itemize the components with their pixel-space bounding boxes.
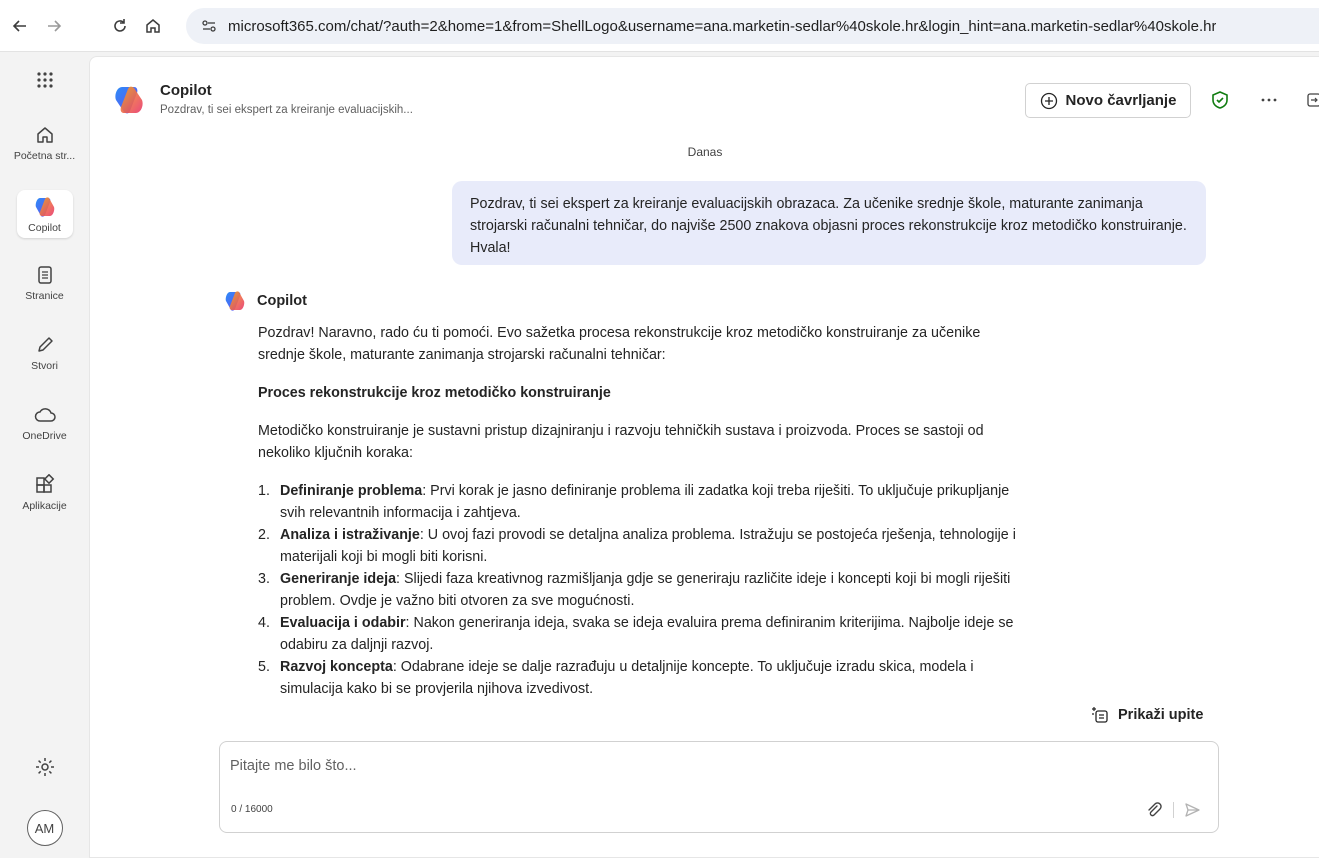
waffle-icon bbox=[36, 72, 53, 88]
composer: 0 / 16000 bbox=[219, 741, 1219, 833]
browser-toolbar: microsoft365.com/chat/?auth=2&home=1&fro… bbox=[0, 0, 1319, 52]
ai-intro: Pozdrav! Naravno, rado ću ti pomoći. Evo… bbox=[258, 325, 981, 363]
expand-panel-button[interactable] bbox=[1300, 86, 1319, 114]
ai-message-header: Copilot bbox=[223, 289, 307, 313]
chat-panel: Copilot Pozdrav, ti sei ekspert za kreir… bbox=[89, 56, 1319, 858]
pen-icon bbox=[37, 337, 53, 352]
attach-button[interactable] bbox=[1140, 796, 1168, 824]
char-counter: 0 / 16000 bbox=[231, 804, 273, 815]
rail-label-pages: Stranice bbox=[25, 290, 64, 302]
chat-input[interactable] bbox=[230, 758, 1130, 774]
ai-paragraph: Metodičko konstruiranje je sustavni pris… bbox=[258, 423, 984, 461]
rail-label-create: Stvori bbox=[31, 360, 58, 372]
panel-expand-icon bbox=[1307, 93, 1319, 107]
copilot-logo-icon bbox=[115, 86, 143, 114]
send-button[interactable] bbox=[1178, 796, 1206, 824]
rail-item-pages[interactable]: Stranice bbox=[0, 264, 89, 302]
ai-heading: Proces rekonstrukcije kroz metodičko kon… bbox=[258, 385, 611, 401]
prompts-icon bbox=[1092, 707, 1108, 723]
show-prompts-button[interactable]: Prikaži upite bbox=[1090, 705, 1203, 725]
new-chat-label: Novo čavrljanje bbox=[1065, 92, 1177, 109]
chat-subtitle: Pozdrav, ti sei ekspert za kreiranje eva… bbox=[160, 104, 413, 116]
url-text: microsoft365.com/chat/?auth=2&home=1&fro… bbox=[228, 17, 1217, 35]
avatar: AM bbox=[26, 810, 63, 846]
ai-name: Copilot bbox=[257, 293, 307, 309]
account-button[interactable]: AM bbox=[0, 810, 89, 846]
rail-label-apps: Aplikacije bbox=[22, 500, 67, 512]
protection-button[interactable] bbox=[1206, 86, 1234, 114]
new-chat-button[interactable]: Novo čavrljanje bbox=[1025, 83, 1191, 118]
reload-icon[interactable] bbox=[108, 14, 132, 38]
left-rail: Početna str... Copilot Stranice Stvori O… bbox=[0, 52, 89, 858]
add-circle-icon bbox=[1040, 92, 1057, 109]
rail-item-create[interactable]: Stvori bbox=[0, 334, 89, 372]
settings-button[interactable] bbox=[0, 756, 89, 778]
shield-check-icon bbox=[1212, 91, 1228, 109]
paperclip-icon bbox=[1148, 802, 1162, 817]
gear-icon bbox=[35, 758, 54, 776]
copilot-icon bbox=[35, 196, 54, 217]
list-item: 1. Definiranje problema: Prvi korak je ja… bbox=[258, 483, 1010, 521]
apps-icon bbox=[35, 474, 54, 493]
rail-label-copilot: Copilot bbox=[28, 221, 61, 234]
list-item: 4. Evaluacija i odabir: Nakon generiranja… bbox=[258, 615, 1014, 653]
date-separator: Danas bbox=[687, 145, 723, 159]
site-settings-icon[interactable] bbox=[198, 15, 220, 37]
steps-list: 1. Definiranje problema: Prvi korak je ja… bbox=[258, 480, 1018, 700]
more-options-button[interactable] bbox=[1255, 86, 1283, 114]
forward-arrow-icon[interactable] bbox=[42, 14, 66, 38]
rail-item-copilot[interactable]: Copilot bbox=[0, 190, 89, 238]
composer-divider bbox=[1173, 802, 1174, 818]
rail-item-home[interactable]: Početna str... bbox=[0, 124, 89, 162]
rail-item-onedrive[interactable]: OneDrive bbox=[0, 404, 89, 442]
cloud-icon bbox=[34, 408, 56, 422]
pages-icon bbox=[37, 266, 52, 284]
list-item: 5. Razvoj koncepta: Odabrane ideje se dal… bbox=[258, 659, 974, 697]
send-icon bbox=[1185, 803, 1200, 817]
rail-label-home: Početna str... bbox=[13, 150, 76, 162]
user-message: Pozdrav, ti sei ekspert za kreiranje eva… bbox=[452, 181, 1206, 265]
back-arrow-icon[interactable] bbox=[8, 14, 32, 38]
page-title: Copilot bbox=[160, 82, 212, 99]
app-launcher-button[interactable] bbox=[0, 70, 89, 90]
ai-message: Pozdrav! Naravno, rado ću ti pomoći. Evo… bbox=[258, 322, 1018, 700]
home-icon bbox=[36, 127, 53, 143]
copilot-avatar-icon bbox=[225, 291, 245, 311]
list-item: 3. Generiranje ideja: Slijedi faza kreati… bbox=[258, 571, 1011, 609]
show-prompts-label: Prikaži upite bbox=[1118, 707, 1204, 723]
rail-item-apps[interactable]: Aplikacije bbox=[0, 474, 89, 512]
home-browser-icon[interactable] bbox=[141, 14, 165, 38]
address-bar[interactable]: microsoft365.com/chat/?auth=2&home=1&fro… bbox=[186, 8, 1319, 44]
list-item: 2. Analiza i istraživanje: U ovoj fazi pr… bbox=[258, 527, 1016, 565]
rail-label-onedrive: OneDrive bbox=[22, 430, 67, 442]
more-icon bbox=[1261, 98, 1277, 102]
